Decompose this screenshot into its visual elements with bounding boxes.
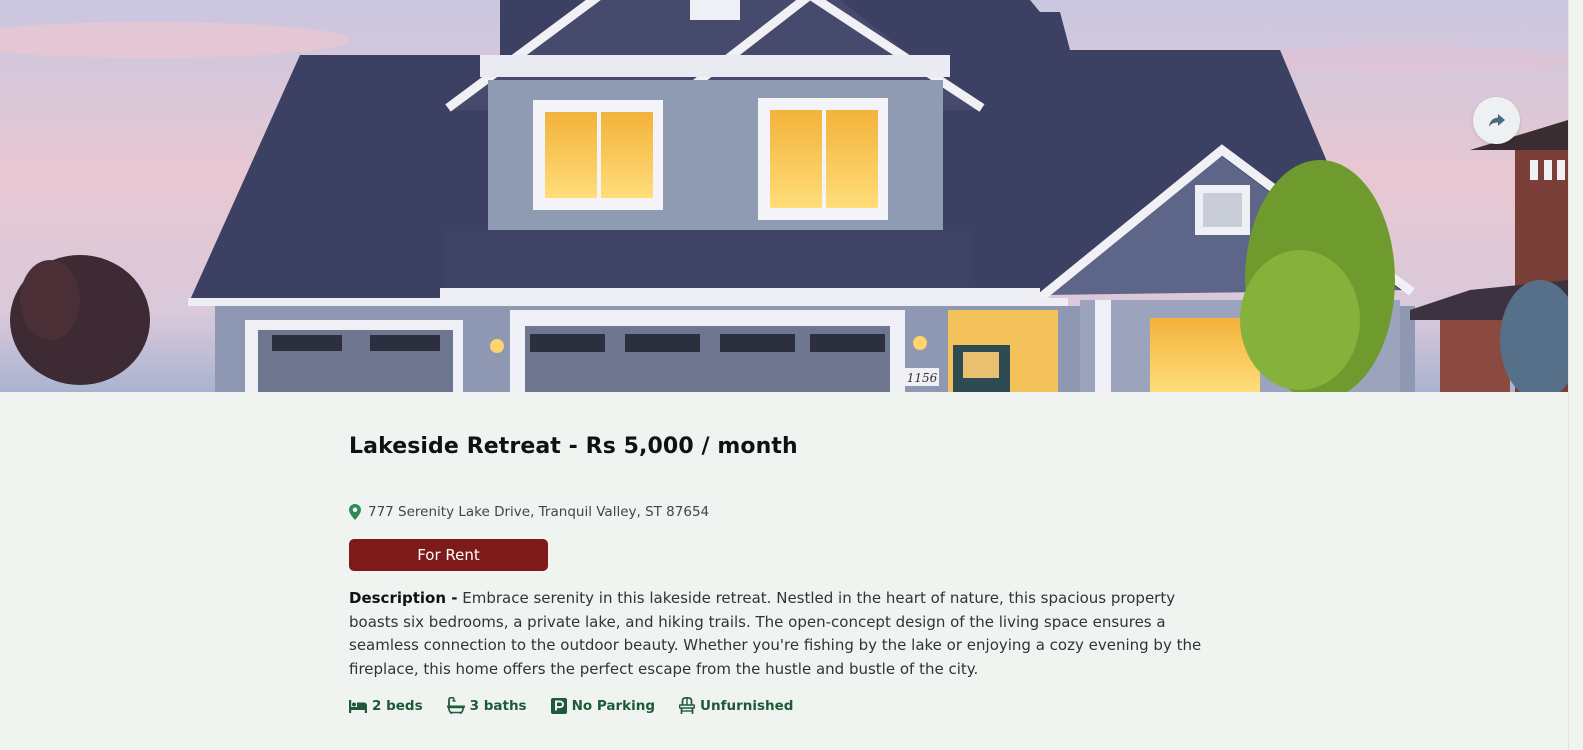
share-button[interactable] [1473, 97, 1520, 144]
address-text: 777 Serenity Lake Drive, Tranquil Valley… [368, 504, 710, 520]
bath-icon [446, 697, 465, 714]
bed-icon [349, 699, 367, 713]
feature-baths: 3 baths [446, 697, 527, 714]
feature-list: 2 beds 3 baths No Parking Unfurnished [349, 697, 793, 714]
description-label: Description - [349, 589, 458, 607]
chair-icon [679, 697, 696, 714]
scrollbar[interactable] [1568, 0, 1583, 750]
status-badge: For Rent [349, 539, 548, 571]
feature-parking: No Parking [550, 697, 656, 714]
listing-description: Description - Embrace serenity in this l… [349, 587, 1209, 682]
description-text: Embrace serenity in this lakeside retrea… [349, 589, 1202, 679]
hero-image: 1156 [0, 0, 1568, 392]
feature-label: 3 baths [469, 697, 527, 714]
share-icon [1488, 113, 1505, 127]
feature-furnishing: Unfurnished [679, 697, 793, 714]
feature-label: 2 beds [372, 697, 423, 714]
feature-beds: 2 beds [349, 697, 423, 714]
listing-address: 777 Serenity Lake Drive, Tranquil Valley… [349, 504, 709, 520]
listing-title: Lakeside Retreat - Rs 5,000 / month [349, 434, 798, 459]
feature-label: Unfurnished [700, 697, 794, 714]
location-pin-icon [349, 504, 361, 520]
feature-label: No Parking [571, 697, 656, 714]
house-number-label: 1156 [907, 371, 938, 385]
parking-icon [550, 697, 567, 714]
